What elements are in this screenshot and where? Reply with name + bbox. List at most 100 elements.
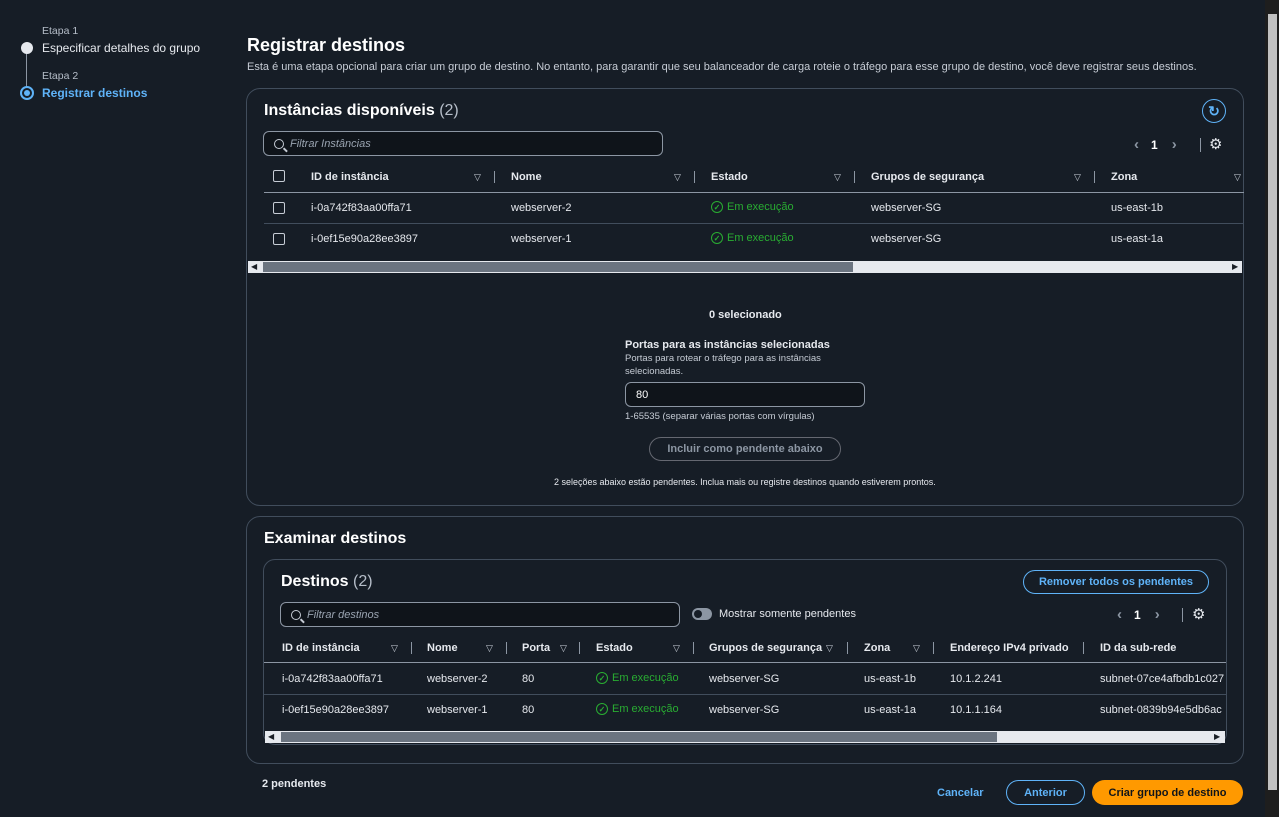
col-state[interactable]: Estado xyxy=(596,642,633,654)
col-divider[interactable] xyxy=(411,642,412,654)
current-page[interactable]: 1 xyxy=(1134,608,1141,622)
status-text: Em execução xyxy=(612,672,679,684)
col-name[interactable]: Nome xyxy=(427,642,458,654)
scrollbar-thumb[interactable] xyxy=(263,262,853,272)
create-target-group-button[interactable]: Criar grupo de destino xyxy=(1092,780,1243,805)
filter-targets-input[interactable]: Filtrar destinos xyxy=(280,602,680,627)
sort-icon[interactable]: ▽ xyxy=(913,643,920,654)
scroll-right-icon[interactable]: ▶ xyxy=(1232,262,1238,271)
targets-count: (2) xyxy=(353,573,373,590)
col-name[interactable]: Nome xyxy=(511,171,542,183)
current-page[interactable]: 1 xyxy=(1151,138,1158,152)
next-page-icon[interactable]: › xyxy=(1155,606,1160,623)
check-circle-icon: ✓ xyxy=(711,232,723,244)
ports-input[interactable]: 80 xyxy=(625,382,865,407)
remove-all-pending-button[interactable]: Remover todos os pendentes xyxy=(1023,570,1209,594)
pager-divider xyxy=(1182,608,1183,622)
col-divider[interactable] xyxy=(1094,171,1095,183)
header-divider xyxy=(264,662,1226,663)
check-circle-icon: ✓ xyxy=(711,201,723,213)
step-2-label: Etapa 2 xyxy=(42,70,79,82)
search-icon xyxy=(291,609,301,620)
col-private-ipv4[interactable]: Endereço IPv4 privado xyxy=(950,642,1069,654)
col-instance-id[interactable]: ID de instância xyxy=(311,171,389,183)
status-text: Em execução xyxy=(727,232,794,244)
step-1-title[interactable]: Especificar detalhes do grupo xyxy=(42,41,200,55)
target-instance-id: i-0a742f83aa00ffa71 xyxy=(282,673,383,685)
row-divider xyxy=(264,223,1244,224)
prev-page-icon[interactable]: ‹ xyxy=(1117,606,1122,623)
col-instance-id[interactable]: ID de instância xyxy=(282,642,360,654)
col-zone[interactable]: Zona xyxy=(1111,171,1137,183)
col-divider[interactable] xyxy=(1083,642,1084,654)
filter-instances-input[interactable]: Filtrar Instâncias xyxy=(263,131,663,156)
targets-pagination: ‹ 1 › xyxy=(1117,606,1160,623)
ports-label: Portas para as instâncias selecionadas xyxy=(625,339,830,351)
refresh-button[interactable]: ↻ xyxy=(1202,99,1226,123)
target-zone: us-east-1b xyxy=(864,673,916,685)
sort-icon[interactable]: ▽ xyxy=(1234,172,1241,183)
col-port[interactable]: Porta xyxy=(522,642,550,654)
pending-note: 2 seleções abaixo estão pendentes. Inclu… xyxy=(554,477,936,487)
sort-icon[interactable]: ▽ xyxy=(834,172,841,183)
cancel-button[interactable]: Cancelar xyxy=(937,787,983,799)
col-divider[interactable] xyxy=(854,171,855,183)
pager-divider xyxy=(1200,138,1201,152)
filter-targets-placeholder: Filtrar destinos xyxy=(307,608,380,621)
ports-hint: 1-65535 (separar várias portas com vírgu… xyxy=(625,411,815,422)
col-subnet-id[interactable]: ID da sub-rede xyxy=(1100,642,1176,654)
step-2-dot xyxy=(20,86,34,100)
selected-count: 0 selecionado xyxy=(709,309,782,321)
previous-button[interactable]: Anterior xyxy=(1006,780,1085,805)
status-running: ✓ Em execução xyxy=(711,232,794,244)
show-pending-toggle[interactable] xyxy=(692,608,712,620)
header-divider xyxy=(264,192,1244,193)
row-checkbox[interactable] xyxy=(273,202,285,214)
col-zone[interactable]: Zona xyxy=(864,642,890,654)
gear-icon[interactable]: ⚙ xyxy=(1209,135,1222,153)
sort-icon[interactable]: ▽ xyxy=(486,643,493,654)
sort-icon[interactable]: ▽ xyxy=(673,643,680,654)
search-icon xyxy=(274,138,284,149)
page-description: Esta é uma etapa opcional para criar um … xyxy=(247,61,1197,73)
target-subnet: subnet-07ce4afbdb1c027 xyxy=(1100,673,1225,685)
col-divider[interactable] xyxy=(933,642,934,654)
col-divider[interactable] xyxy=(494,171,495,183)
include-pending-button[interactable]: Incluir como pendente abaixo xyxy=(649,437,841,461)
sort-icon[interactable]: ▽ xyxy=(826,643,833,654)
select-all-checkbox[interactable] xyxy=(273,170,285,182)
sort-icon[interactable]: ▽ xyxy=(560,643,567,654)
prev-page-icon[interactable]: ‹ xyxy=(1134,136,1139,153)
col-divider[interactable] xyxy=(694,171,695,183)
check-circle-icon: ✓ xyxy=(596,672,608,684)
col-security-groups[interactable]: Grupos de segurança xyxy=(871,171,984,183)
target-security-group: webserver-SG xyxy=(709,673,780,685)
status-text: Em execução xyxy=(727,201,794,213)
next-page-icon[interactable]: › xyxy=(1172,136,1177,153)
sort-icon[interactable]: ▽ xyxy=(1074,172,1081,183)
status-running: ✓ Em execução xyxy=(596,672,679,684)
scroll-left-icon[interactable]: ◀ xyxy=(251,262,257,271)
row-checkbox[interactable] xyxy=(273,233,285,245)
page-scrollbar-thumb[interactable] xyxy=(1268,14,1277,790)
col-divider[interactable] xyxy=(693,642,694,654)
target-instance-id: i-0ef15e90a28ee3897 xyxy=(282,704,390,716)
page-scrollbar[interactable] xyxy=(1265,0,1279,817)
ports-value: 80 xyxy=(636,388,649,401)
col-divider[interactable] xyxy=(847,642,848,654)
sort-icon[interactable]: ▽ xyxy=(474,172,481,183)
security-group: webserver-SG xyxy=(871,233,942,245)
col-divider[interactable] xyxy=(506,642,507,654)
col-divider[interactable] xyxy=(579,642,580,654)
col-state[interactable]: Estado xyxy=(711,171,748,183)
scrollbar-thumb[interactable] xyxy=(281,732,997,742)
sort-icon[interactable]: ▽ xyxy=(391,643,398,654)
sort-icon[interactable]: ▽ xyxy=(674,172,681,183)
target-subnet: subnet-0839b94e5db6ac xyxy=(1100,704,1222,716)
scroll-left-icon[interactable]: ◀ xyxy=(268,732,274,741)
target-port: 80 xyxy=(522,704,535,716)
scroll-right-icon[interactable]: ▶ xyxy=(1214,732,1220,741)
gear-icon[interactable]: ⚙ xyxy=(1192,605,1205,623)
col-security-groups[interactable]: Grupos de segurança xyxy=(709,642,822,654)
step-2-title: Registrar destinos xyxy=(42,86,148,100)
